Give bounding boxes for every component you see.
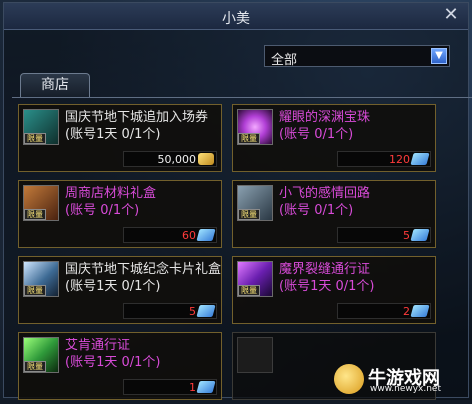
item-price: 1	[189, 381, 196, 394]
limited-badge: 限量	[238, 133, 260, 144]
dropdown-selected-value: 全部	[271, 53, 298, 68]
item-name: 国庆节地下城追加入场券 (账号1天 0/1个)	[65, 109, 221, 143]
limited-badge: 限量	[24, 361, 46, 372]
gem-icon	[410, 229, 430, 241]
close-icon[interactable]: ✕	[442, 6, 460, 24]
shop-item-card[interactable]: 限量 耀眼的深渊宝珠 (账号 0/1个) 120	[232, 104, 436, 172]
gem-icon	[196, 305, 216, 317]
shop-item-card[interactable]: 限量 国庆节地下城追加入场券 (账号1天 0/1个) 50,000	[18, 104, 222, 172]
item-icon: 限量	[23, 109, 59, 145]
item-icon: 限量	[23, 337, 59, 373]
price-box: 60	[123, 227, 217, 243]
item-title: 魔界裂缝通行证	[279, 262, 371, 277]
limited-badge: 限量	[24, 285, 46, 296]
item-name: 国庆节地下城纪念卡片礼盒 (账号1天 0/1个)	[65, 261, 221, 295]
item-price: 2	[403, 305, 410, 318]
limited-badge: 限量	[24, 133, 46, 144]
shop-item-card[interactable]: 限量 魔界裂缝通行证 (账号1天 0/1个) 2	[232, 256, 436, 324]
item-price: 5	[189, 305, 196, 318]
item-title: 耀眼的深渊宝珠	[279, 110, 371, 125]
item-name: 艾肯通行证 (账号1天 0/1个)	[65, 337, 221, 371]
item-purchase-limit: (账号 0/1个)	[279, 203, 354, 218]
limited-badge: 限量	[238, 285, 260, 296]
gem-icon	[410, 153, 430, 165]
item-grid: 限量 国庆节地下城追加入场券 (账号1天 0/1个) 50,000 限量 耀眼的…	[12, 97, 472, 404]
item-title: 国庆节地下城纪念卡片礼盒	[65, 262, 222, 277]
item-name: 耀眼的深渊宝珠 (账号 0/1个)	[279, 109, 435, 143]
item-icon: 限量	[237, 185, 273, 221]
watermark-url: www.newyx.net	[370, 384, 442, 394]
empty-slot-icon	[237, 337, 273, 373]
item-icon: 限量	[23, 185, 59, 221]
shop-item-card[interactable]: 限量 小飞的感情回路 (账号 0/1个) 5	[232, 180, 436, 248]
gem-icon	[196, 229, 216, 241]
site-watermark: 牛游戏网 www.newyx.net	[334, 364, 466, 394]
item-purchase-limit: (账号1天 0/1个)	[65, 127, 161, 142]
shop-item-card[interactable]: 限量 周商店材料礼盒 (账号 0/1个) 60	[18, 180, 222, 248]
price-box: 120	[337, 151, 431, 167]
gem-icon	[410, 305, 430, 317]
price-box: 5	[337, 227, 431, 243]
item-title: 艾肯通行证	[65, 338, 131, 353]
cow-logo-icon	[334, 364, 364, 394]
shop-item-card[interactable]: 限量 国庆节地下城纪念卡片礼盒 (账号1天 0/1个) 5	[18, 256, 222, 324]
item-icon: 限量	[23, 261, 59, 297]
price-box: 2	[337, 303, 431, 319]
item-purchase-limit: (账号1天 0/1个)	[65, 355, 161, 370]
title-bar[interactable]: 小美 ✕	[4, 3, 468, 30]
item-icon: 限量	[237, 109, 273, 145]
item-title: 国庆节地下城追加入场券	[65, 110, 209, 125]
price-box: 1	[123, 379, 217, 395]
chevron-down-icon[interactable]: ▼	[431, 48, 447, 64]
price-box: 5	[123, 303, 217, 319]
item-icon: 限量	[237, 261, 273, 297]
window-title: 小美	[222, 11, 250, 27]
item-title: 小飞的感情回路	[279, 186, 371, 201]
item-purchase-limit: (账号 0/1个)	[65, 203, 140, 218]
limited-badge: 限量	[238, 209, 260, 220]
item-purchase-limit: (账号 0/1个)	[279, 127, 354, 142]
gold-icon	[198, 153, 214, 165]
shop-item-card[interactable]: 限量 艾肯通行证 (账号1天 0/1个) 1	[18, 332, 222, 400]
item-price: 5	[403, 229, 410, 242]
item-price: 120	[389, 153, 410, 166]
tab-shop[interactable]: 商店	[20, 73, 90, 97]
item-name: 小飞的感情回路 (账号 0/1个)	[279, 185, 435, 219]
price-box: 50,000	[123, 151, 217, 167]
shop-window: 小美 ✕ 全部 ▼ 商店 限量 国庆节地下城追加入场券 (账号1天 0/1个) …	[3, 2, 472, 400]
item-name: 周商店材料礼盒 (账号 0/1个)	[65, 185, 221, 219]
category-dropdown[interactable]: 全部 ▼	[264, 45, 450, 68]
gem-icon	[196, 381, 216, 393]
item-title: 周商店材料礼盒	[65, 186, 157, 201]
limited-badge: 限量	[24, 209, 46, 220]
item-price: 60	[182, 229, 196, 242]
item-name: 魔界裂缝通行证 (账号1天 0/1个)	[279, 261, 435, 295]
item-price: 50,000	[157, 153, 197, 166]
item-purchase-limit: (账号1天 0/1个)	[65, 279, 161, 294]
item-purchase-limit: (账号1天 0/1个)	[279, 279, 375, 294]
